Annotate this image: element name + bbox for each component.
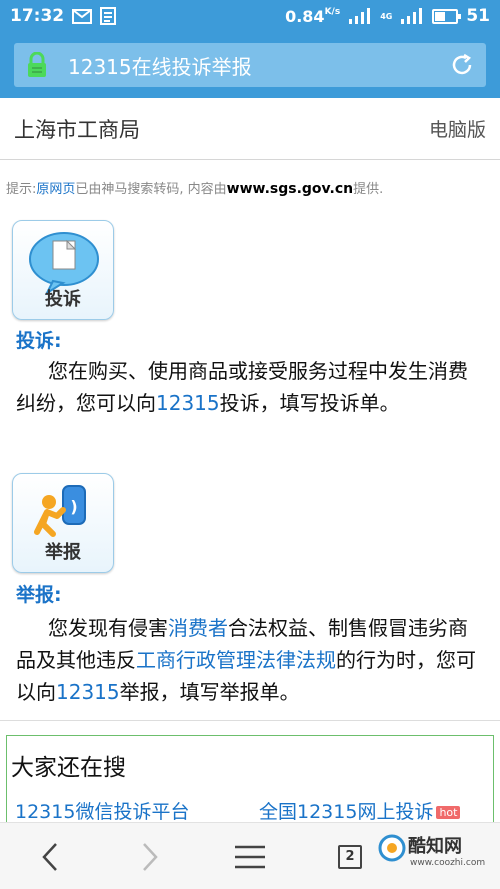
- report-body: 您发现有侵害消费者合法权益、制售假冒违劣商品及其他违反工商行政管理法律法规的行为…: [16, 612, 486, 708]
- report-12315-link[interactable]: 12315: [56, 680, 120, 704]
- network-type: 4G: [380, 11, 393, 21]
- complaint-body-tail: 投诉，填写投诉单。: [219, 391, 400, 415]
- hamburger-icon: [235, 845, 265, 868]
- battery-fill: [435, 11, 446, 21]
- menu-button[interactable]: [220, 823, 280, 889]
- complaint-body: 您在购买、使用商品或接受服务过程中发生消费纠纷，您可以向12315投诉，填写投诉…: [16, 355, 486, 419]
- network-speed: 0.84K/s: [285, 6, 341, 26]
- refresh-icon[interactable]: [450, 53, 474, 77]
- clock: 17:32: [10, 6, 65, 26]
- hot-badge: hot: [436, 806, 461, 819]
- notes-icon: [100, 7, 117, 25]
- page-title: 12315在线投诉举报: [68, 54, 252, 79]
- related-searches-heading: 大家还在搜: [11, 755, 126, 781]
- phone-person-icon: ): [34, 485, 86, 537]
- original-page-link[interactable]: 原网页: [36, 182, 75, 197]
- battery-icon: [432, 8, 462, 24]
- battery-percent: 51: [466, 6, 490, 26]
- report-card-icon[interactable]: ) 举报: [12, 473, 114, 573]
- browser-toolbar: 12315在线投诉举报: [0, 32, 500, 98]
- signal-icon: [349, 8, 371, 24]
- desktop-version-link[interactable]: 电脑版: [429, 115, 486, 142]
- chevron-left-icon: [42, 842, 57, 871]
- related-search-item[interactable]: 全国12315网上投诉 hot: [259, 797, 461, 824]
- watermark-url: www.coozhi.com: [410, 858, 486, 868]
- status-bar: 17:32 0.84K/s 4G 51: [0, 0, 500, 32]
- consumer-link[interactable]: 消费者: [168, 616, 228, 640]
- divider: [0, 720, 500, 721]
- notice-suffix: 提供.: [353, 182, 384, 197]
- complaint-title: 投诉:: [16, 330, 62, 352]
- coozhi-logo-icon: [378, 834, 406, 862]
- report-body-text-1: 您发现有侵害: [48, 616, 168, 640]
- mail-icon: [72, 8, 93, 24]
- svg-text:): ): [70, 497, 77, 516]
- report-title: 举报:: [16, 584, 62, 606]
- notice-middle: 已由神马搜索转码, 内容由: [75, 182, 227, 197]
- complaint-12315-link[interactable]: 12315: [156, 391, 220, 415]
- tabs-button[interactable]: 2: [320, 823, 380, 889]
- report-body-text-4: 举报，填写举报单。: [119, 680, 300, 704]
- lock-icon: [28, 52, 46, 77]
- watermark-logo: 酷知网 www.coozhi.com: [378, 828, 494, 880]
- site-name[interactable]: 上海市工商局: [14, 114, 429, 144]
- watermark-name: 酷知网: [408, 836, 462, 857]
- related-searches: 大家还在搜 12315微信投诉平台 全国12315网上投诉 hot: [6, 735, 494, 835]
- transcode-notice: 提示:原网页已由神马搜索转码, 内容由www.sgs.gov.cn提供.: [6, 178, 383, 197]
- forward-button[interactable]: [120, 823, 180, 889]
- complaint-icon-label: 投诉: [45, 289, 81, 310]
- source-domain: www.sgs.gov.cn: [226, 181, 354, 197]
- tab-count: 2: [338, 844, 362, 869]
- related-search-item[interactable]: 12315微信投诉平台: [15, 797, 189, 824]
- notice-prefix: 提示:: [6, 182, 37, 197]
- signal-4g-icon: [401, 8, 423, 24]
- network-speed-unit: K/s: [324, 6, 341, 17]
- back-button[interactable]: [20, 823, 80, 889]
- site-header: 上海市工商局 电脑版: [0, 98, 500, 160]
- laws-link[interactable]: 工商行政管理法律法规: [136, 648, 336, 672]
- address-bar[interactable]: 12315在线投诉举报: [14, 43, 486, 87]
- chevron-right-icon: [143, 842, 158, 871]
- complaint-card-icon[interactable]: 投诉: [12, 220, 114, 320]
- report-icon-label: 举报: [45, 542, 81, 563]
